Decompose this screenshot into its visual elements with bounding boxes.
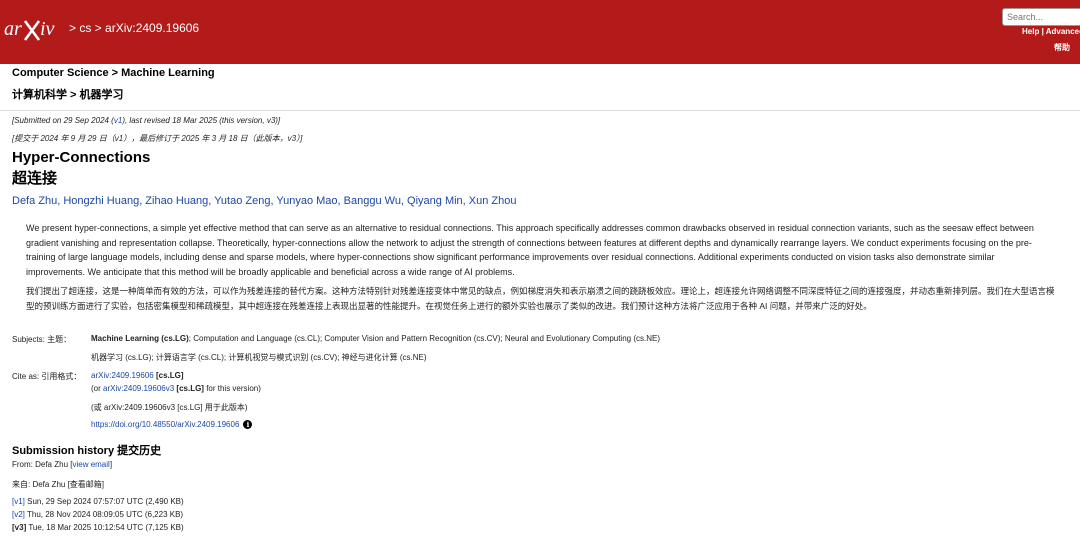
cite-label: Cite as: 引用格式： — [12, 372, 82, 381]
history-version: [v3] Tue, 18 Mar 2025 10:12:54 UTC (7,12… — [12, 523, 184, 532]
doi-line: https://doi.org/10.48550/arXiv.2409.1960… — [91, 420, 253, 429]
cite-value: arXiv:2409.19606 [cs.LG] — [91, 371, 184, 380]
subjects-label: Subjects: 主题： — [12, 335, 72, 344]
svg-text:ar: ar — [4, 18, 22, 40]
breadcrumb-cs[interactable]: cs — [79, 21, 91, 35]
history-from: From: Defa Zhu [view email] — [12, 460, 113, 469]
breadcrumb: > cs > arXiv:2409.19606 — [69, 21, 200, 35]
category-path-cn: 计算机科学 > 机器学习 — [12, 89, 124, 101]
history-version: [v2] Thu, 28 Nov 2024 08:09:05 UTC (6,22… — [12, 510, 184, 519]
paper-title: Hyper-Connections — [12, 149, 151, 166]
category-path: Computer Science > Machine Learning — [12, 67, 215, 79]
cite-version-cn: (或 arXiv:2409.19606v3 [cs.LG] 用于此版本) — [91, 403, 248, 412]
help-link[interactable]: Help — [1022, 27, 1039, 36]
search-input[interactable] — [1002, 8, 1080, 26]
paper-title-cn: 超连接 — [12, 170, 58, 187]
submitted-line-cn: [提交于 2024 年 9 月 29 日（v1），最后修订于 2025 年 3 … — [12, 134, 303, 143]
cite-version-link[interactable]: arXiv:2409.19606v3 — [103, 384, 174, 393]
submission-history-title: Submission history 提交历史 — [12, 445, 162, 457]
subjects-value: Machine Learning (cs.LG); Computation an… — [91, 334, 660, 343]
primary-subject: Machine Learning (cs.LG) — [91, 334, 189, 343]
submitted-line: [Submitted on 29 Sep 2024 (v1), last rev… — [12, 116, 281, 125]
info-icon[interactable]: i — [243, 420, 253, 429]
cite-arxiv-link[interactable]: arXiv:2409.19606 — [91, 371, 154, 380]
header-links: Help | Advanced — [1022, 27, 1080, 36]
doi-link[interactable]: https://doi.org/10.48550/arXiv.2409.1960… — [91, 420, 239, 429]
view-email-link[interactable]: view email — [72, 460, 109, 469]
site-header: ar iv > cs > arXiv:2409.19606 Help | Adv… — [0, 0, 1080, 64]
history-from-cn: 来自: Defa Zhu [查看邮箱] — [12, 480, 105, 489]
history-version: [v1] Sun, 29 Sep 2024 07:57:07 UTC (2,49… — [12, 497, 184, 506]
breadcrumb-paper-id: arXiv:2409.19606 — [105, 21, 200, 35]
cite-version: (or arXiv:2409.19606v3 [cs.LG] for this … — [91, 384, 261, 393]
svg-text:iv: iv — [40, 18, 55, 40]
abstract: We present hyper-connections, a simple y… — [26, 223, 1034, 277]
subjects-value-cn: 机器学习 (cs.LG); 计算语言学 (cs.CL); 计算机视觉与模式识别 … — [91, 353, 427, 362]
category-bar: Computer Science > Machine Learning 计算机科… — [0, 64, 1080, 111]
authors-list[interactable]: Defa Zhu, Hongzhi Huang, Zihao Huang, Yu… — [12, 195, 517, 207]
advanced-link[interactable]: Advanced — [1046, 27, 1080, 36]
version-v3-current: [v3] — [12, 523, 27, 532]
version-v2-link[interactable]: [v2] — [12, 510, 25, 519]
arxiv-logo[interactable]: ar iv — [4, 14, 66, 44]
abstract-cn: 我们提出了超连接，这是一种简单而有效的方法，可以作为残差连接的替代方案。这种方法… — [26, 286, 1055, 311]
version-v1-link[interactable]: [v1] — [12, 497, 25, 506]
help-link-cn[interactable]: 帮助 — [1054, 42, 1070, 53]
